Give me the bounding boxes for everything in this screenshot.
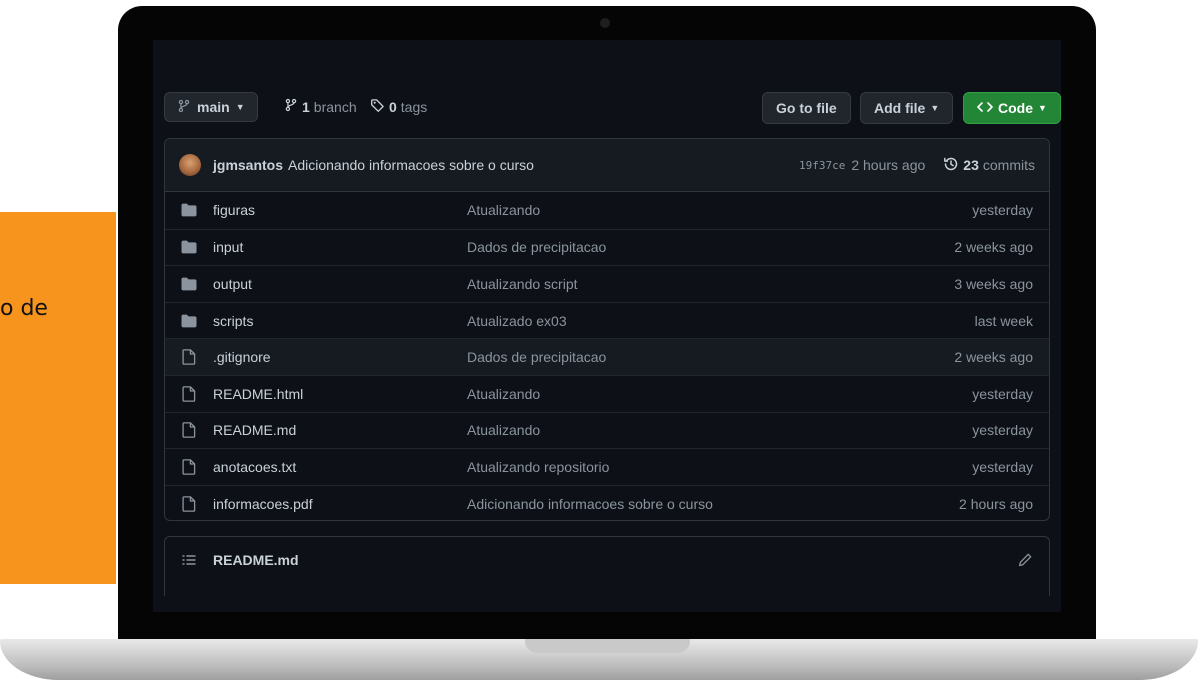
file-age: yesterday	[972, 422, 1033, 439]
tags-link[interactable]: 0 tags	[370, 98, 427, 116]
chevron-down-icon: ▼	[930, 103, 940, 113]
add-file-button[interactable]: Add file ▼	[860, 92, 954, 124]
file-name[interactable]: anotacoes.txt	[213, 459, 467, 475]
file-age: last week	[974, 312, 1033, 329]
commit-sha[interactable]: 19f37ce	[799, 159, 845, 172]
readme-title: README.md	[213, 552, 299, 568]
file-age: 2 weeks ago	[954, 239, 1033, 256]
file-age: 3 weeks ago	[954, 275, 1033, 292]
file-name[interactable]: input	[213, 239, 467, 255]
code-label: Code	[998, 100, 1033, 116]
commit-message[interactable]: Adicionando informacoes sobre o curso	[288, 157, 534, 173]
add-file-label: Add file	[874, 100, 926, 116]
file-name[interactable]: README.html	[213, 386, 467, 402]
file-commit-message[interactable]: Atualizando	[467, 202, 540, 218]
commit-author[interactable]: jgmsantos	[213, 157, 283, 173]
folder-icon	[181, 313, 197, 329]
avatar[interactable]	[179, 154, 201, 176]
file-icon	[181, 459, 197, 475]
commit-age: 2 hours ago	[851, 157, 926, 173]
side-card-text: o de	[0, 296, 48, 321]
file-row[interactable]: anotacoes.txt Atualizando repositorio yest…	[165, 448, 1049, 485]
file-icon	[181, 495, 197, 512]
tag-icon	[370, 98, 385, 116]
file-icon	[181, 422, 197, 439]
branch-name: main	[197, 99, 230, 115]
file-age: 2 hours ago	[959, 495, 1033, 512]
code-button[interactable]: Code ▼	[963, 92, 1061, 124]
file-list: figuras Atualizando yesterday input Dados de…	[165, 192, 1049, 520]
camera-icon	[600, 18, 610, 28]
file-commit-message[interactable]: Adicionando informacoes sobre o curso	[467, 496, 713, 512]
file-commit-message[interactable]: Dados de precipitacao	[467, 239, 606, 255]
pencil-icon[interactable]	[1017, 552, 1033, 573]
file-name[interactable]: scripts	[213, 313, 467, 329]
branch-selector-button[interactable]: main ▼	[164, 92, 258, 122]
file-row[interactable]: figuras Atualizando yesterday	[165, 192, 1049, 229]
code-icon	[977, 100, 993, 117]
go-to-file-button[interactable]: Go to file	[762, 92, 851, 124]
file-row[interactable]: README.md Atualizando yesterday	[165, 411, 1049, 449]
file-icon	[181, 386, 197, 402]
file-age: 2 weeks ago	[954, 349, 1033, 366]
repo-toolbar: main ▼ 1 branch 0 tags Go to file Add fi…	[164, 92, 1061, 125]
list-icon[interactable]	[181, 552, 197, 568]
file-row[interactable]: informacoes.pdf Adicionando informacoes s…	[165, 484, 1049, 520]
file-browser: jgmsantos Adicionando informacoes sobre …	[164, 138, 1050, 521]
file-row[interactable]: scripts Atualizado ex03 last week	[165, 301, 1049, 339]
file-age: yesterday	[972, 458, 1033, 475]
file-commit-message[interactable]: Atualizado ex03	[467, 313, 567, 329]
folder-icon	[181, 202, 197, 218]
tag-count: 0	[389, 99, 397, 115]
file-commit-message[interactable]: Atualizando	[467, 386, 540, 402]
file-age: yesterday	[972, 385, 1033, 402]
latest-commit-bar: jgmsantos Adicionando informacoes sobre …	[165, 139, 1049, 192]
chevron-down-icon: ▼	[235, 102, 245, 112]
git-branch-icon	[177, 99, 191, 116]
laptop-base-notch	[525, 639, 690, 653]
branches-link[interactable]: 1 branch	[284, 98, 357, 115]
commits-link[interactable]: 23 commits	[943, 156, 1035, 175]
branch-label: branch	[313, 98, 357, 115]
folder-icon	[181, 239, 197, 255]
commit-meta: 19f37ce 2 hours ago 23 commits	[799, 156, 1035, 175]
git-branch-icon	[284, 98, 298, 115]
file-row[interactable]: input Dados de precipitacao 2 weeks ago	[165, 228, 1049, 266]
chevron-down-icon: ▼	[1038, 103, 1047, 113]
file-name[interactable]: README.md	[213, 422, 467, 438]
branch-count: 1	[302, 98, 310, 115]
file-commit-message[interactable]: Atualizando script	[467, 276, 578, 292]
go-to-file-label: Go to file	[776, 100, 837, 116]
commit-label: commits	[982, 157, 1035, 173]
file-commit-message[interactable]: Atualizando repositorio	[467, 459, 609, 475]
tag-label: tags	[400, 99, 428, 115]
side-card	[0, 212, 116, 584]
file-row[interactable]: .gitignore Dados de precipitacao 2 weeks a…	[165, 338, 1049, 375]
file-row[interactable]: output Atualizando script 3 weeks ago	[165, 265, 1049, 302]
file-name[interactable]: figuras	[213, 202, 467, 218]
file-name[interactable]: informacoes.pdf	[213, 496, 467, 512]
folder-icon	[181, 276, 197, 292]
file-row[interactable]: README.html Atualizando yesterday	[165, 374, 1049, 412]
file-commit-message[interactable]: Atualizando	[467, 422, 540, 438]
file-name[interactable]: output	[213, 276, 467, 292]
file-icon	[181, 349, 197, 365]
commit-count: 23	[963, 157, 979, 173]
screen-bezel-bottom	[153, 612, 1061, 638]
history-icon	[943, 156, 959, 175]
screen: main ▼ 1 branch 0 tags Go to file Add fi…	[153, 40, 1061, 612]
readme-header: README.md	[164, 536, 1050, 596]
file-commit-message[interactable]: Dados de precipitacao	[467, 349, 606, 365]
file-age: yesterday	[972, 202, 1033, 219]
file-name[interactable]: .gitignore	[213, 349, 467, 365]
